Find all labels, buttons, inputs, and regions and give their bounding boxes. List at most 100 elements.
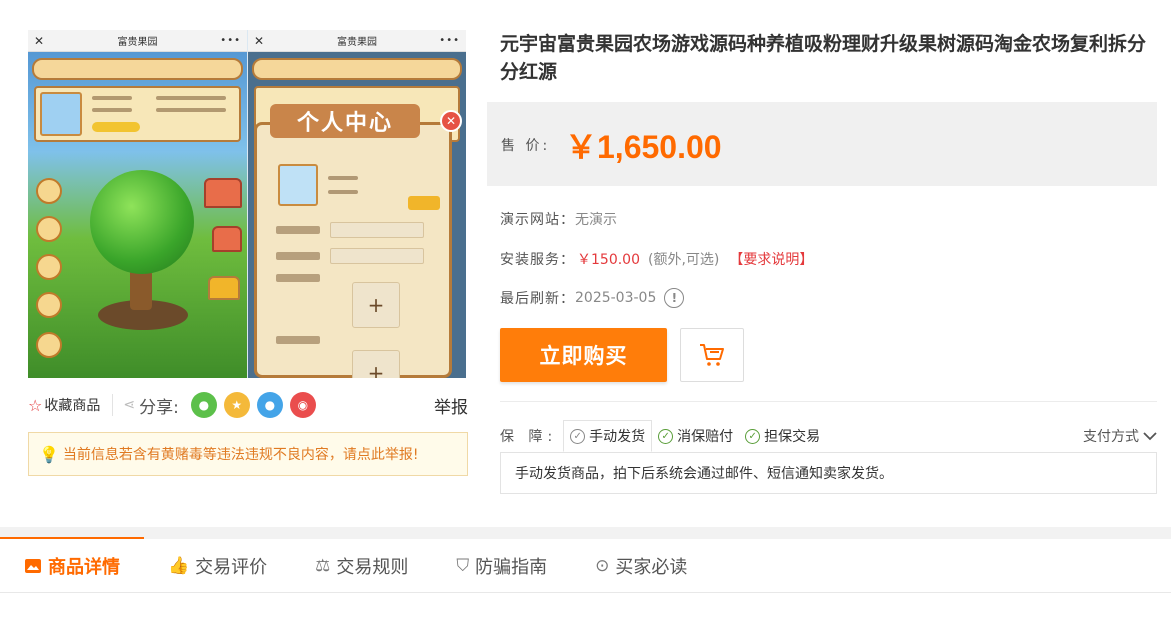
install-price: ￥150.00 <box>577 252 640 268</box>
detail-tabs: 商品详情 👍 交易评价 ⚖ 交易规则 ⛉ 防骗指南 ⊙ 买家必读 <box>0 536 1171 593</box>
price-box: 售 价: ￥1,650.00 <box>487 102 1157 186</box>
building <box>208 276 240 300</box>
guarantee-label: 保 障: <box>500 429 558 445</box>
player-avatar <box>40 92 82 136</box>
dialog-title: 个人中心 <box>270 104 420 138</box>
tab-buyer-notice[interactable]: ⊙ 买家必读 <box>571 539 711 593</box>
player-card <box>34 86 241 142</box>
lightbulb-icon: 💡 <box>39 444 59 464</box>
close-icon: ✕ <box>34 33 45 48</box>
demo-label: 演示网站： <box>500 212 575 228</box>
check-circle-icon: ✓ <box>570 428 586 444</box>
guarantee-item-label: 手动发货 <box>589 429 646 445</box>
chevron-down-icon <box>1143 432 1157 441</box>
game-screenshot-profile: ✕ 富贵果园 ••• 个人中心 ✕ + + <box>248 30 466 378</box>
guarantee-manual-delivery[interactable]: ✓ 手动发货 <box>563 420 653 452</box>
tab-rules[interactable]: ⚖ 交易规则 <box>291 539 432 593</box>
tab-label: 交易评价 <box>195 556 268 578</box>
profile-avatar <box>278 164 318 206</box>
tab-product-details[interactable]: 商品详情 <box>0 536 144 593</box>
price-label: 售 价: <box>501 138 551 154</box>
more-icon: ••• <box>439 35 460 46</box>
add-icon: + <box>352 282 400 328</box>
refresh-date: 2025-03-05 <box>575 290 657 306</box>
divider <box>112 394 114 416</box>
screen-title: 富贵果园 <box>117 37 158 48</box>
qq-field <box>330 248 424 264</box>
image-icon <box>25 558 41 573</box>
guarantee-escrow[interactable]: ✓ 担保交易 <box>739 420 826 452</box>
info-icon[interactable]: ! <box>664 288 685 308</box>
guarantee-item-label: 消保赔付 <box>677 429 734 445</box>
star-outline-icon: ☆ <box>28 395 43 415</box>
demo-value: 无演示 <box>575 212 617 228</box>
logout-badge <box>408 196 440 210</box>
guarantee-item-label: 担保交易 <box>764 429 821 445</box>
game-button <box>36 332 62 358</box>
share-row: ☆ 收藏商品 ⋖ 分享: ● ★ ● ◉ 举报 <box>28 392 468 418</box>
tab-label: 防骗指南 <box>475 556 548 578</box>
buy-now-button[interactable]: 立即购买 <box>500 328 667 382</box>
cart-icon <box>700 344 724 366</box>
price-value: ￥1,650.00 <box>565 129 722 165</box>
guarantee-compensation[interactable]: ✓ 消保赔付 <box>652 420 739 452</box>
section-separator <box>0 527 1171 539</box>
install-note: (额外,可选) <box>648 252 720 268</box>
game-hud <box>32 58 243 80</box>
product-image[interactable]: ✕ 富贵果园 ••• ✕ 富贵果园 ••• 个人中心 ✕ + + <box>28 30 466 378</box>
wechat-field <box>330 222 424 238</box>
game-button <box>36 216 62 242</box>
favorite-button[interactable]: ☆ 收藏商品 <box>28 395 100 415</box>
share-text: 分享: <box>139 397 179 418</box>
thumb-up-icon: 👍 <box>168 555 190 576</box>
tab-anti-fraud[interactable]: ⛉ 防骗指南 <box>432 539 571 593</box>
payment-method-dropdown[interactable]: 支付方式 <box>1083 426 1157 446</box>
report-warning[interactable]: 💡 当前信息若含有黄赌毒等违法违规不良内容，请点此举报! <box>28 432 468 476</box>
check-circle-icon: ✓ <box>658 428 674 444</box>
more-icon: ••• <box>220 35 241 46</box>
screen-title: 富贵果园 <box>337 37 377 48</box>
install-row: 安装服务： ￥150.00 (额外,可选) 【要求说明】 <box>500 249 813 269</box>
install-requirements-link[interactable]: 【要求说明】 <box>729 249 813 269</box>
favorite-label: 收藏商品 <box>44 398 101 414</box>
game-hud <box>252 58 462 80</box>
tab-reviews[interactable]: 👍 交易评价 <box>144 539 291 593</box>
tab-label: 买家必读 <box>615 556 688 578</box>
install-label: 安装服务： <box>500 252 575 268</box>
warning-text: 当前信息若含有黄赌毒等违法违规不良内容，请点此举报! <box>62 447 419 463</box>
share-icon: ⋖ <box>123 397 136 413</box>
coin-bar <box>92 122 140 132</box>
compass-icon: ⊙ <box>595 555 610 576</box>
product-title: 元宇宙富贵果园农场游戏源码种养植吸粉理财升级果树源码淘金农场复利拆分分红源 <box>500 33 1147 83</box>
game-button <box>36 178 62 204</box>
guarantee-row: 保 障: ✓ 手动发货 ✓ 消保赔付 ✓ 担保交易 支付方式 <box>500 420 1157 452</box>
share-label: ⋖ 分享: <box>123 393 178 418</box>
wechat-title-bar: ✕ 富贵果园 ••• <box>28 30 247 52</box>
guarantee-description: 手动发货商品，拍下后系统会通过邮件、短信通知卖家发货。 <box>500 452 1157 494</box>
refresh-row: 最后刷新： 2025-03-05 ! <box>500 288 685 308</box>
demo-row: 演示网站： 无演示 <box>500 209 617 229</box>
shield-bulb-icon: ⛉ <box>456 555 470 576</box>
game-screenshot-farm: ✕ 富贵果园 ••• <box>28 30 247 378</box>
divider <box>500 401 1157 402</box>
game-button <box>36 254 62 280</box>
wechat-title-bar: ✕ 富贵果园 ••• <box>248 30 466 52</box>
game-button <box>36 292 62 318</box>
tab-label: 商品详情 <box>48 556 120 578</box>
close-icon: ✕ <box>440 110 462 132</box>
refresh-label: 最后刷新： <box>500 291 575 307</box>
scale-icon: ⚖ <box>315 555 331 576</box>
money-tree <box>90 170 194 274</box>
qq-share-icon[interactable]: ● <box>256 392 283 418</box>
check-circle-icon: ✓ <box>745 428 761 444</box>
qzone-share-icon[interactable]: ★ <box>223 392 250 418</box>
wechat-share-icon[interactable]: ● <box>190 392 217 418</box>
add-to-cart-button[interactable] <box>680 328 744 382</box>
report-link[interactable]: 举报 <box>434 393 468 418</box>
building <box>204 178 242 208</box>
weibo-share-icon[interactable]: ◉ <box>289 392 316 418</box>
close-icon: ✕ <box>254 33 265 48</box>
payment-label: 支付方式 <box>1083 429 1139 445</box>
building <box>212 226 242 252</box>
tab-label: 交易规则 <box>336 556 409 578</box>
